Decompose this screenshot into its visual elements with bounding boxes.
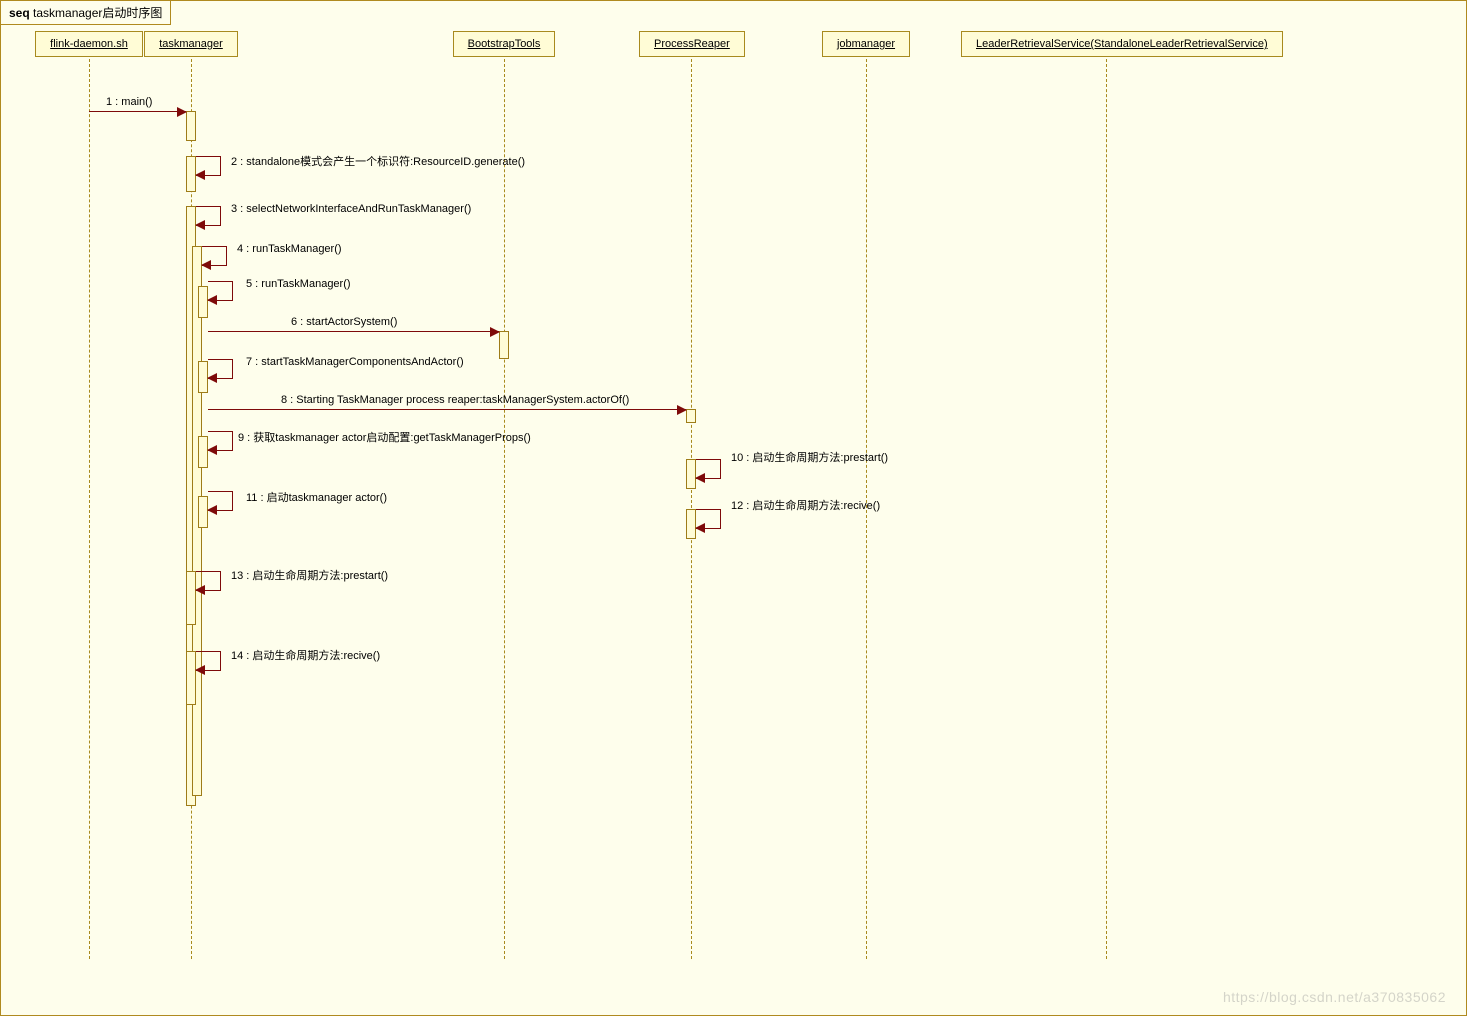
diagram-title-tab: seq taskmanager启动时序图 <box>1 1 171 25</box>
arrow-head-icon <box>695 523 705 533</box>
message-label: 8 : Starting TaskManager process reaper:… <box>281 394 629 406</box>
message-arrow <box>89 111 186 112</box>
participant-head: LeaderRetrievalService(StandaloneLeaderR… <box>961 31 1283 57</box>
self-message <box>202 246 227 266</box>
message-label: 4 : runTaskManager() <box>237 243 342 255</box>
activation-bar <box>499 331 509 359</box>
message-arrow <box>208 331 499 332</box>
message-label: 6 : startActorSystem() <box>291 316 397 328</box>
message-label: 5 : runTaskManager() <box>246 278 351 290</box>
activation-bar <box>686 409 696 423</box>
self-message <box>196 571 221 591</box>
self-message <box>196 651 221 671</box>
activation-bar <box>186 571 196 625</box>
participant-processreaper: ProcessReaper <box>639 31 743 57</box>
self-message <box>208 281 233 301</box>
diagram-body: flink-daemon.sh taskmanager BootstrapToo… <box>1 31 1466 1015</box>
arrow-head-icon <box>207 505 217 515</box>
arrow-head-icon <box>490 327 500 337</box>
participant-head: flink-daemon.sh <box>35 31 143 57</box>
self-message <box>208 491 233 511</box>
arrow-head-icon <box>207 445 217 455</box>
sequence-diagram-frame: seq taskmanager启动时序图 flink-daemon.sh tas… <box>0 0 1467 1016</box>
participant-jobmanager: jobmanager <box>821 31 911 57</box>
arrow-head-icon <box>201 260 211 270</box>
message-label: 14 : 启动生命周期方法:recive() <box>231 647 380 663</box>
participant-flink-daemon: flink-daemon.sh <box>35 31 143 57</box>
participant-head: BootstrapTools <box>453 31 556 57</box>
title-keyword: seq <box>9 6 30 20</box>
lifeline <box>504 59 505 959</box>
title-text: taskmanager启动时序图 <box>30 6 163 20</box>
lifeline <box>89 59 90 959</box>
message-arrow <box>208 409 686 410</box>
arrow-head-icon <box>677 405 687 415</box>
self-message <box>208 431 233 451</box>
self-message <box>696 459 721 479</box>
participant-head: ProcessReaper <box>639 31 745 57</box>
self-message <box>196 156 221 176</box>
watermark-text: https://blog.csdn.net/a370835062 <box>1223 989 1446 1005</box>
message-label: 10 : 启动生命周期方法:prestart() <box>731 449 888 465</box>
self-message <box>208 359 233 379</box>
arrow-head-icon <box>195 220 205 230</box>
message-label: 1 : main() <box>106 96 152 108</box>
participant-head: taskmanager <box>144 31 238 57</box>
arrow-head-icon <box>195 170 205 180</box>
message-label: 9 : 获取taskmanager actor启动配置:getTaskManag… <box>238 429 531 445</box>
message-label: 2 : standalone模式会产生一个标识符:ResourceID.gene… <box>231 153 525 169</box>
lifeline <box>1106 59 1107 959</box>
arrow-head-icon <box>195 585 205 595</box>
message-label: 13 : 启动生命周期方法:prestart() <box>231 567 388 583</box>
participant-bootstraptools: BootstrapTools <box>451 31 557 57</box>
arrow-head-icon <box>695 473 705 483</box>
participant-leaderretrievalservice: LeaderRetrievalService(StandaloneLeaderR… <box>961 31 1251 57</box>
self-message <box>196 206 221 226</box>
arrow-head-icon <box>207 373 217 383</box>
arrow-head-icon <box>207 295 217 305</box>
message-label: 11 : 启动taskmanager actor() <box>246 489 387 505</box>
self-message <box>696 509 721 529</box>
activation-bar <box>186 651 196 705</box>
message-label: 7 : startTaskManagerComponentsAndActor() <box>246 356 464 368</box>
activation-bar <box>186 111 196 141</box>
participant-taskmanager: taskmanager <box>141 31 241 57</box>
participant-head: jobmanager <box>822 31 910 57</box>
message-label: 3 : selectNetworkInterfaceAndRunTaskMana… <box>231 203 471 215</box>
arrow-head-icon <box>177 107 187 117</box>
arrow-head-icon <box>195 665 205 675</box>
message-label: 12 : 启动生命周期方法:recive() <box>731 497 880 513</box>
